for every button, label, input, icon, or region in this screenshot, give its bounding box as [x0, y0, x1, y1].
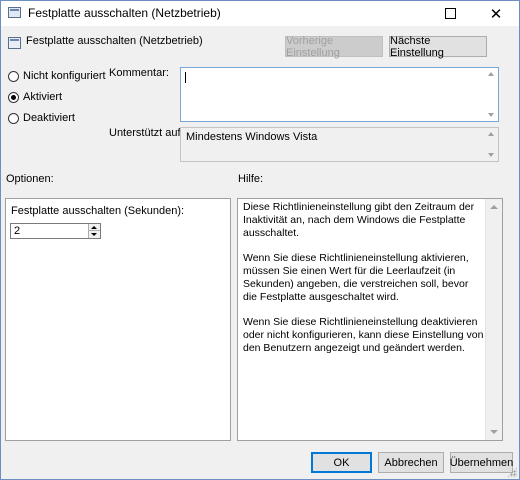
dialog-window: Festplatte ausschalten (Netzbetrieb) ✕ F…: [0, 0, 520, 480]
scroll-up-icon[interactable]: [488, 132, 494, 136]
ok-button[interactable]: OK: [311, 452, 372, 473]
seconds-spinbox[interactable]: 2: [10, 223, 101, 239]
supported-scrollbar[interactable]: [486, 128, 498, 161]
scroll-down-icon[interactable]: [490, 430, 498, 434]
next-setting-button[interactable]: Nächste Einstellung: [389, 35, 487, 59]
radio-not-configured[interactable]: Nicht konfiguriert: [8, 70, 106, 82]
previous-setting-button[interactable]: Vorherige Einstellung: [285, 35, 383, 59]
radio-label: Aktiviert: [23, 91, 63, 103]
radio-label: Deaktiviert: [23, 112, 75, 124]
comment-scrollbar[interactable]: [486, 68, 498, 121]
policy-name: Festplatte ausschalten (Netzbetrieb): [26, 35, 203, 47]
maximize-button[interactable]: [427, 1, 473, 26]
options-panel: Festplatte ausschalten (Sekunden): 2: [5, 198, 231, 441]
help-heading: Hilfe:: [238, 173, 264, 185]
close-icon: ✕: [489, 4, 503, 23]
help-scrollbar[interactable]: [485, 199, 502, 440]
radio-enabled[interactable]: Aktiviert: [8, 91, 62, 103]
help-paragraph: Wenn Sie diese Richtlinieneinstellung de…: [243, 316, 484, 354]
spin-divider: [89, 230, 100, 231]
window-title: Festplatte ausschalten (Netzbetrieb): [28, 6, 221, 20]
spin-up-icon[interactable]: [91, 226, 97, 229]
radio-disabled[interactable]: Deaktiviert: [8, 112, 75, 124]
spin-buttons[interactable]: [88, 224, 100, 238]
scroll-up-icon[interactable]: [488, 72, 494, 76]
radio-circle[interactable]: [8, 91, 19, 103]
spin-down-icon[interactable]: [91, 233, 97, 236]
help-paragraph: Wenn Sie diese Richtlinieneinstellung ak…: [243, 252, 469, 303]
supported-value: Mindestens Windows Vista: [186, 131, 318, 143]
policy-icon: [8, 37, 21, 49]
cancel-button[interactable]: Abbrechen: [378, 452, 444, 473]
help-text: Diese Richtlinieneinstellung gibt den Ze…: [243, 201, 484, 367]
scroll-up-icon[interactable]: [490, 205, 498, 209]
comment-field[interactable]: [180, 67, 499, 122]
seconds-label: Festplatte ausschalten (Sekunden):: [11, 205, 185, 217]
title-bar[interactable]: Festplatte ausschalten (Netzbetrieb) ✕: [1, 1, 519, 26]
help-paragraph: Diese Richtlinieneinstellung gibt den Ze…: [243, 201, 475, 239]
close-button[interactable]: ✕: [473, 1, 519, 26]
comment-label: Kommentar:: [109, 67, 169, 79]
text-caret: [185, 72, 186, 83]
supported-label: Unterstützt auf:: [109, 127, 184, 139]
scroll-down-icon[interactable]: [488, 153, 494, 157]
seconds-value[interactable]: 2: [14, 225, 20, 237]
options-heading: Optionen:: [6, 173, 54, 185]
radio-circle[interactable]: [8, 112, 19, 124]
supported-field: Mindestens Windows Vista: [180, 127, 499, 162]
radio-circle[interactable]: [8, 70, 19, 82]
radio-label: Nicht konfiguriert: [23, 70, 106, 82]
scroll-down-icon[interactable]: [488, 113, 494, 117]
policy-window-icon: [8, 7, 21, 18]
apply-button[interactable]: Übernehmen: [450, 452, 513, 473]
maximize-icon: [444, 8, 456, 19]
help-panel: Diese Richtlinieneinstellung gibt den Ze…: [237, 198, 503, 441]
